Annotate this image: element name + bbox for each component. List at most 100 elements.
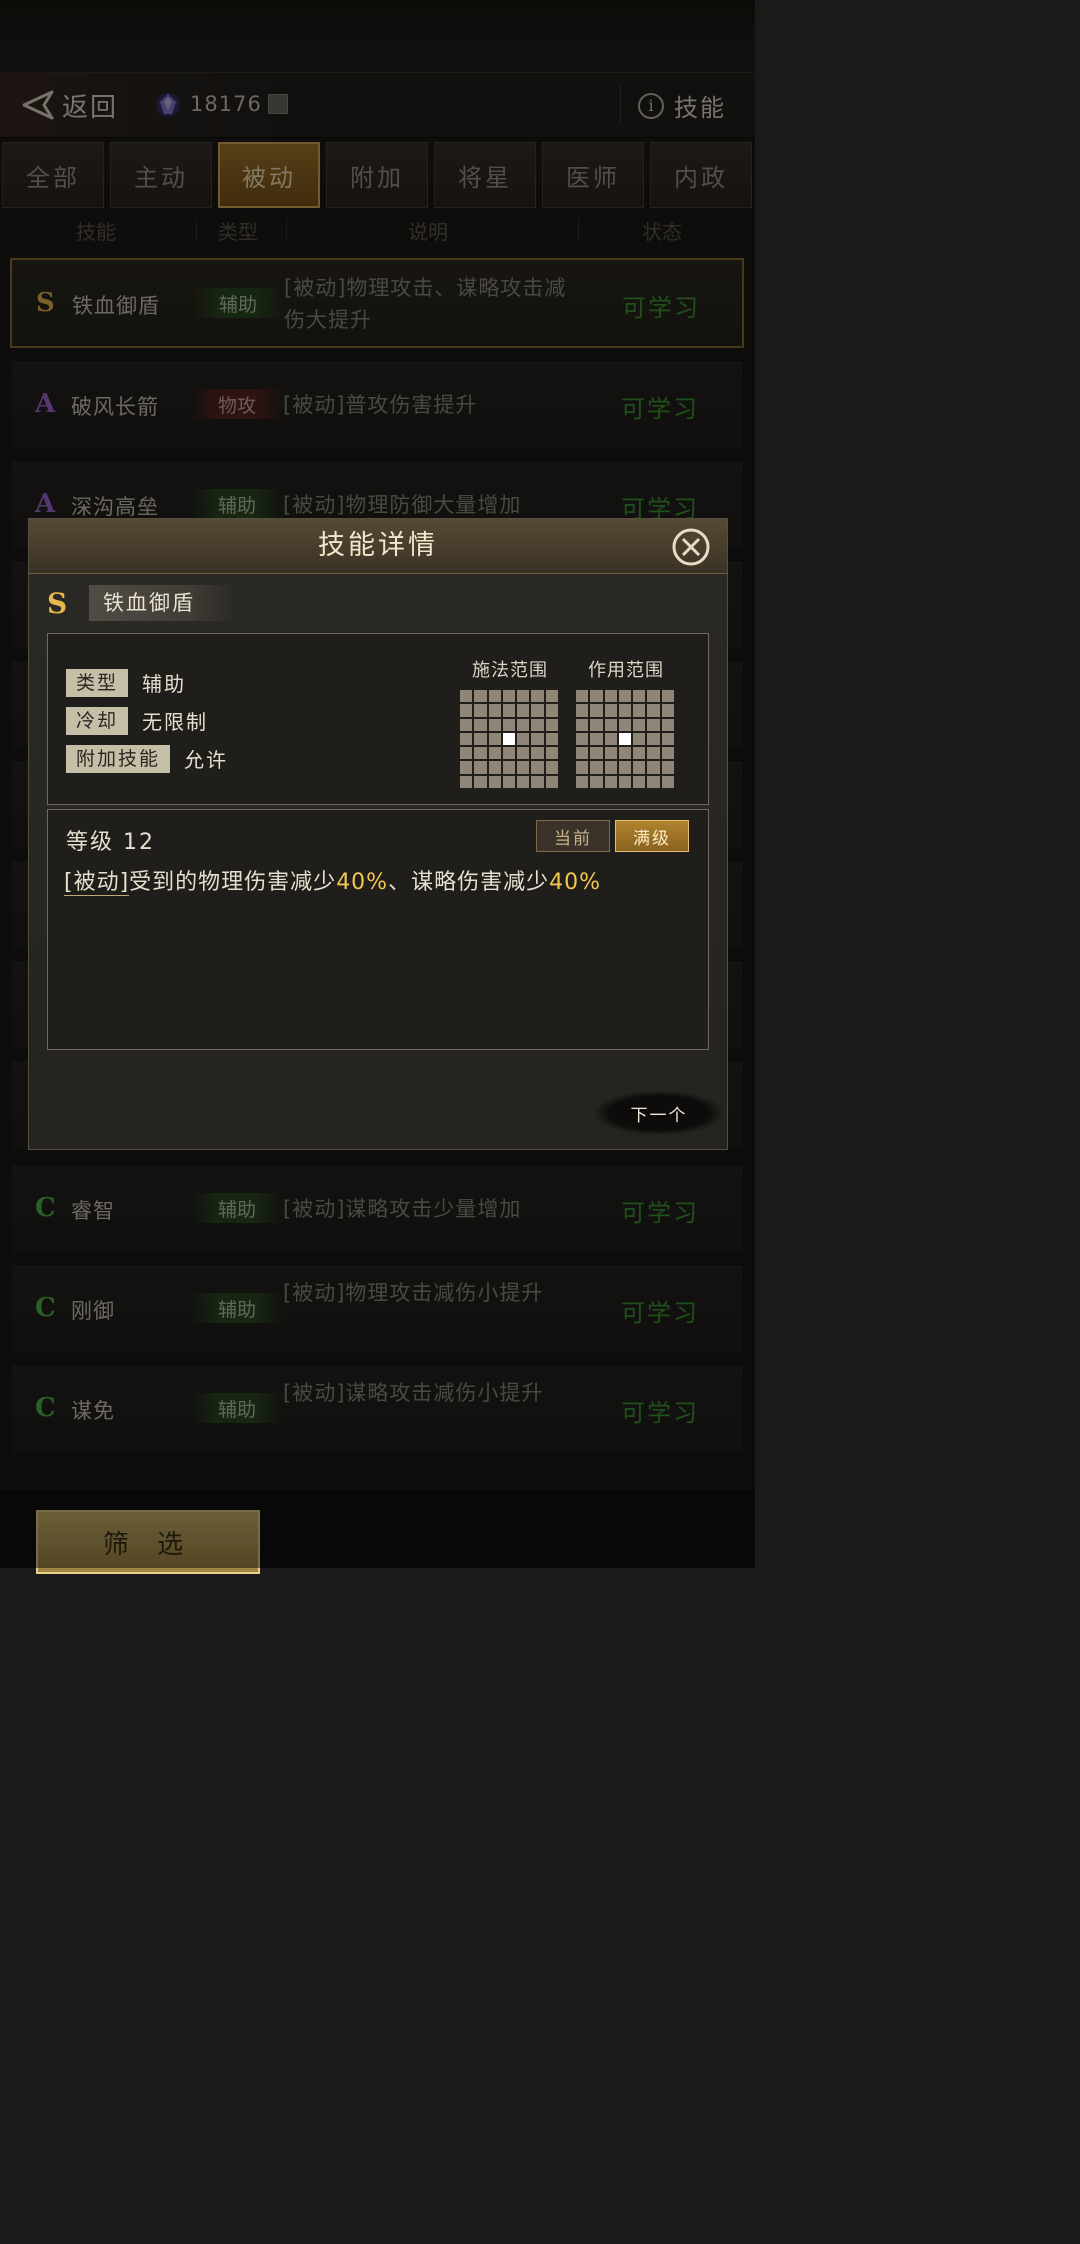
range-center-cell: [618, 732, 632, 746]
range-cell: [531, 704, 544, 717]
type-key: 类型: [66, 668, 129, 697]
range-cell: [576, 747, 589, 760]
range-cell: [488, 761, 501, 774]
range-cell: [618, 761, 632, 774]
range-cell: [647, 747, 660, 760]
cast-range-label: 施法范围: [472, 660, 548, 681]
skill-info-box: 类型 辅助 冷却 无限制 附加技能 允许 施法范围 作用范围: [47, 633, 709, 805]
range-cell: [618, 718, 632, 731]
range-cell: [618, 747, 632, 760]
range-cell: [545, 761, 558, 774]
range-cell: [531, 732, 544, 746]
range-cell: [488, 690, 501, 703]
range-cell: [647, 761, 660, 774]
cooldown-key: 冷却: [66, 706, 129, 735]
range-cell: [576, 732, 589, 746]
range-cell: [661, 704, 674, 717]
range-cell: [576, 704, 589, 717]
range-cell: [618, 704, 632, 717]
close-icon[interactable]: [671, 527, 711, 567]
range-cell: [502, 747, 516, 760]
max-level-button[interactable]: 满级: [615, 820, 689, 852]
range-cell: [647, 704, 660, 717]
range-cell: [633, 732, 646, 746]
extra-skill-value: 允许: [184, 748, 229, 772]
range-cell: [590, 747, 603, 760]
modal-skill-name: 铁血御盾: [89, 585, 235, 621]
range-cell: [590, 690, 603, 703]
range-cell: [502, 718, 516, 731]
skill-detail-modal: 技能详情 S 铁血御盾 类型 辅助 冷却 无限制 附加技能 允许 施法范围 作用…: [28, 518, 728, 1150]
range-cell: [517, 704, 530, 717]
range-cell: [545, 747, 558, 760]
cast-range: 施法范围: [460, 656, 560, 788]
range-cell: [576, 761, 589, 774]
extra-skill-row: 附加技能 允许: [66, 744, 228, 773]
range-cell: [545, 775, 558, 788]
range-cell: [618, 690, 632, 703]
range-cell: [576, 718, 589, 731]
range-cell: [647, 732, 660, 746]
range-cell: [460, 775, 473, 788]
effect-range: 作用范围: [576, 656, 676, 788]
range-cell: [517, 732, 530, 746]
range-cell: [531, 747, 544, 760]
type-value: 辅助: [142, 672, 187, 696]
range-cell: [474, 690, 487, 703]
desc-value: 40%: [549, 870, 602, 895]
level-label: 等级 12: [66, 830, 155, 855]
cooldown-value: 无限制: [142, 710, 209, 734]
range-cell: [633, 747, 646, 760]
effect-range-label: 作用范围: [588, 660, 664, 681]
range-cell: [460, 747, 473, 760]
range-cell: [604, 718, 617, 731]
range-cell: [604, 775, 617, 788]
cast-range-grid: [460, 690, 558, 788]
desc-text: 、谋略伤害减少: [388, 870, 550, 895]
range-cell: [604, 704, 617, 717]
range-cell: [633, 690, 646, 703]
range-cell: [590, 761, 603, 774]
range-cell: [474, 775, 487, 788]
range-cell: [661, 761, 674, 774]
cooldown-row: 冷却 无限制: [66, 706, 208, 735]
range-cell: [460, 761, 473, 774]
range-cell: [502, 761, 516, 774]
range-cell: [517, 690, 530, 703]
range-cell: [545, 732, 558, 746]
range-cell: [604, 690, 617, 703]
range-cell: [576, 690, 589, 703]
range-cell: [460, 732, 473, 746]
range-cell: [618, 775, 632, 788]
range-cell: [661, 718, 674, 731]
range-cell: [633, 704, 646, 717]
range-cell: [545, 690, 558, 703]
range-cell: [517, 761, 530, 774]
range-cell: [502, 704, 516, 717]
range-cell: [488, 775, 501, 788]
range-cell: [647, 690, 660, 703]
range-cell: [590, 775, 603, 788]
range-cell: [488, 732, 501, 746]
range-cell: [517, 775, 530, 788]
range-cell: [590, 718, 603, 731]
range-cell: [460, 718, 473, 731]
range-cell: [460, 704, 473, 717]
range-cell: [474, 761, 487, 774]
desc-value: 40%: [336, 870, 389, 895]
range-cell: [545, 704, 558, 717]
range-cell: [576, 775, 589, 788]
range-cell: [474, 732, 487, 746]
current-level-button[interactable]: 当前: [536, 820, 610, 852]
range-cell: [488, 747, 501, 760]
range-cell: [647, 718, 660, 731]
range-cell: [590, 732, 603, 746]
range-cell: [633, 718, 646, 731]
range-cell: [661, 747, 674, 760]
desc-text: 受到的物理伤害减少: [129, 870, 337, 895]
extra-skill-key: 附加技能: [66, 744, 171, 773]
range-cell: [460, 690, 473, 703]
next-button[interactable]: 下一个: [595, 1091, 723, 1135]
range-cell: [502, 775, 516, 788]
range-cell: [545, 718, 558, 731]
